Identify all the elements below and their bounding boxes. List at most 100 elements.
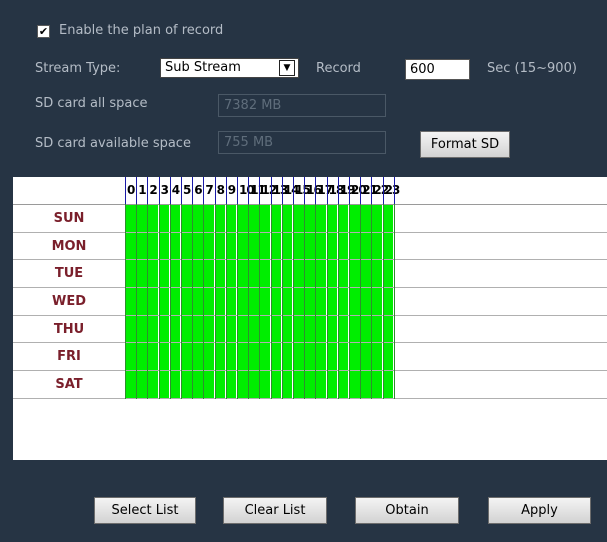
schedule-cell[interactable] [147, 370, 159, 398]
schedule-cell[interactable] [281, 315, 293, 343]
schedule-cell[interactable] [304, 260, 315, 287]
schedule-cell[interactable] [259, 287, 271, 315]
schedule-cell[interactable] [237, 205, 248, 232]
schedule-cell[interactable] [203, 370, 215, 398]
schedule-cell[interactable] [349, 287, 360, 315]
schedule-cell[interactable] [371, 232, 383, 260]
schedule-cell[interactable] [270, 260, 282, 287]
schedule-cell[interactable] [136, 205, 147, 232]
schedule-cell[interactable] [326, 232, 338, 260]
schedule-cell[interactable] [158, 287, 170, 315]
select-list-button[interactable]: Select List [94, 497, 196, 524]
schedule-cell[interactable] [147, 343, 159, 370]
schedule-cell[interactable] [326, 287, 338, 315]
schedule-cell[interactable] [337, 260, 349, 287]
schedule-cell[interactable] [326, 343, 338, 370]
schedule-cell[interactable] [326, 205, 338, 232]
schedule-cell[interactable] [360, 232, 371, 260]
schedule-cell[interactable] [259, 315, 271, 343]
schedule-cell[interactable] [382, 315, 394, 343]
schedule-cell[interactable] [293, 287, 304, 315]
schedule-cell[interactable] [248, 287, 259, 315]
schedule-cell[interactable] [192, 260, 203, 287]
schedule-cell[interactable] [125, 370, 136, 398]
schedule-cell[interactable] [169, 205, 181, 232]
schedule-cell[interactable] [360, 205, 371, 232]
schedule-cell[interactable] [203, 343, 215, 370]
schedule-cell[interactable] [259, 232, 271, 260]
schedule-cell[interactable] [259, 205, 271, 232]
schedule-cell[interactable] [248, 260, 259, 287]
schedule-cell[interactable] [181, 343, 192, 370]
schedule-cell[interactable] [125, 260, 136, 287]
schedule-cell[interactable] [203, 260, 215, 287]
schedule-cell[interactable] [225, 205, 237, 232]
schedule-cell[interactable] [248, 232, 259, 260]
schedule-cell[interactable] [214, 315, 226, 343]
schedule-cell[interactable] [382, 343, 394, 370]
schedule-cell[interactable] [136, 232, 147, 260]
schedule-cell[interactable] [237, 315, 248, 343]
schedule-cell[interactable] [225, 232, 237, 260]
schedule-cell[interactable] [349, 315, 360, 343]
schedule-cell[interactable] [293, 370, 304, 398]
stream-type-select[interactable]: Sub Stream ▼ [160, 58, 299, 78]
schedule-cell[interactable] [304, 343, 315, 370]
schedule-cell[interactable] [181, 287, 192, 315]
schedule-cell[interactable] [181, 315, 192, 343]
schedule-cell[interactable] [225, 315, 237, 343]
schedule-cell[interactable] [349, 205, 360, 232]
apply-button[interactable]: Apply [488, 497, 591, 524]
schedule-cell[interactable] [237, 232, 248, 260]
schedule-cell[interactable] [349, 370, 360, 398]
schedule-cell[interactable] [315, 287, 327, 315]
schedule-cell[interactable] [349, 343, 360, 370]
schedule-cell[interactable] [360, 343, 371, 370]
schedule-cell[interactable] [214, 287, 226, 315]
schedule-cell[interactable] [270, 287, 282, 315]
schedule-cell[interactable] [203, 315, 215, 343]
schedule-cell[interactable] [136, 287, 147, 315]
schedule-cell[interactable] [326, 370, 338, 398]
schedule-cell[interactable] [337, 232, 349, 260]
schedule-cell[interactable] [125, 315, 136, 343]
schedule-cell[interactable] [304, 287, 315, 315]
schedule-cell[interactable] [225, 260, 237, 287]
clear-list-button[interactable]: Clear List [223, 497, 327, 524]
schedule-cell[interactable] [281, 370, 293, 398]
schedule-cell[interactable] [270, 370, 282, 398]
schedule-cell[interactable] [158, 370, 170, 398]
schedule-cell[interactable] [192, 370, 203, 398]
schedule-cell[interactable] [136, 370, 147, 398]
schedule-cell[interactable] [225, 370, 237, 398]
schedule-cell[interactable] [281, 260, 293, 287]
schedule-cell[interactable] [270, 343, 282, 370]
schedule-cell[interactable] [270, 232, 282, 260]
schedule-cell[interactable] [315, 370, 327, 398]
schedule-cell[interactable] [349, 260, 360, 287]
schedule-cell[interactable] [214, 205, 226, 232]
schedule-cell[interactable] [169, 343, 181, 370]
schedule-cell[interactable] [147, 232, 159, 260]
schedule-cell[interactable] [293, 232, 304, 260]
schedule-cell[interactable] [169, 315, 181, 343]
schedule-cell[interactable] [382, 205, 394, 232]
schedule-cell[interactable] [270, 315, 282, 343]
schedule-cell[interactable] [248, 343, 259, 370]
schedule-cell[interactable] [181, 232, 192, 260]
schedule-cell[interactable] [147, 205, 159, 232]
schedule-cell[interactable] [158, 260, 170, 287]
schedule-cell[interactable] [293, 260, 304, 287]
schedule-cell[interactable] [192, 205, 203, 232]
schedule-cell[interactable] [360, 287, 371, 315]
schedule-cell[interactable] [270, 205, 282, 232]
schedule-cell[interactable] [360, 315, 371, 343]
schedule-cell[interactable] [181, 370, 192, 398]
schedule-cell[interactable] [181, 205, 192, 232]
schedule-cell[interactable] [371, 370, 383, 398]
schedule-cell[interactable] [371, 287, 383, 315]
schedule-cell[interactable] [125, 287, 136, 315]
record-seconds-input[interactable]: 600 [405, 59, 470, 80]
schedule-cell[interactable] [158, 205, 170, 232]
schedule-cell[interactable] [326, 315, 338, 343]
